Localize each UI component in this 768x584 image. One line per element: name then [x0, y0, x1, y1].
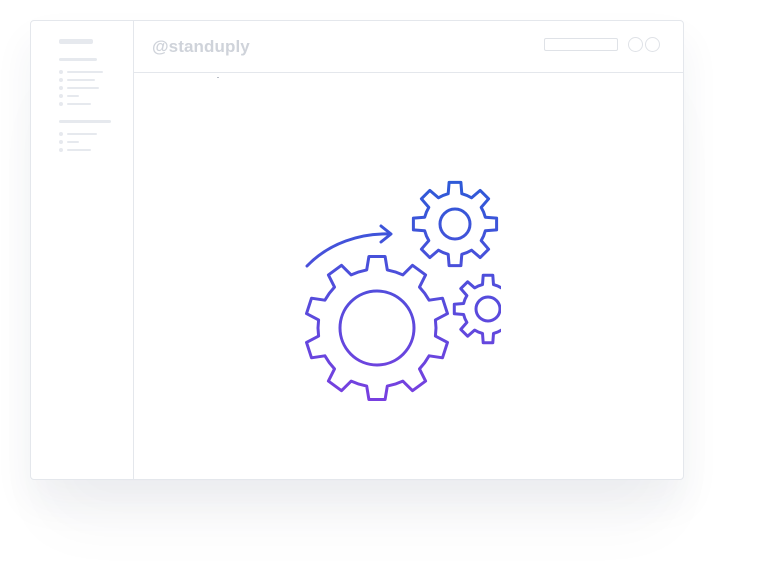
curved-arrow-icon: [305, 224, 393, 268]
large-gear-icon: [305, 255, 449, 401]
bullet-icon: [59, 102, 63, 106]
sidebar-item-placeholder: [67, 149, 91, 151]
sidebar-item-placeholder: [67, 79, 95, 81]
bullet-icon: [59, 70, 63, 74]
sidebar-item-placeholder: [67, 71, 103, 73]
sidebar-heading-placeholder: [59, 58, 97, 61]
channel-name[interactable]: @standuply: [152, 37, 250, 57]
bullet-icon: [59, 140, 63, 144]
sidebar-item-placeholder: [67, 133, 97, 135]
bullet-icon: [59, 86, 63, 90]
header-button-icon[interactable]: [628, 37, 643, 52]
sidebar-item-placeholder: [67, 95, 79, 97]
bullet-icon: [59, 78, 63, 82]
bullet-icon: [59, 148, 63, 152]
gears-illustration: [305, 180, 501, 401]
top-gear-icon: [411, 180, 499, 268]
sidebar-team-name-placeholder: [59, 39, 93, 44]
channel-header: @standuply: [134, 21, 683, 73]
search-input[interactable]: [544, 38, 618, 51]
small-gear-hub-icon: [474, 295, 501, 323]
sidebar-heading-placeholder: [59, 120, 111, 123]
header-button-icon[interactable]: [645, 37, 660, 52]
sidebar-item-placeholder: [67, 141, 79, 143]
sidebar-item-placeholder: [67, 87, 99, 89]
bullet-icon: [59, 132, 63, 136]
app-window: @standuply: [30, 20, 684, 480]
large-gear-hub-icon: [338, 289, 416, 367]
bullet-icon: [59, 94, 63, 98]
message-area-mark: [217, 77, 219, 78]
small-gear-icon: [452, 273, 501, 345]
sidebar: [31, 21, 134, 479]
sidebar-item-placeholder: [67, 103, 91, 105]
top-gear-hub-icon: [438, 207, 472, 241]
